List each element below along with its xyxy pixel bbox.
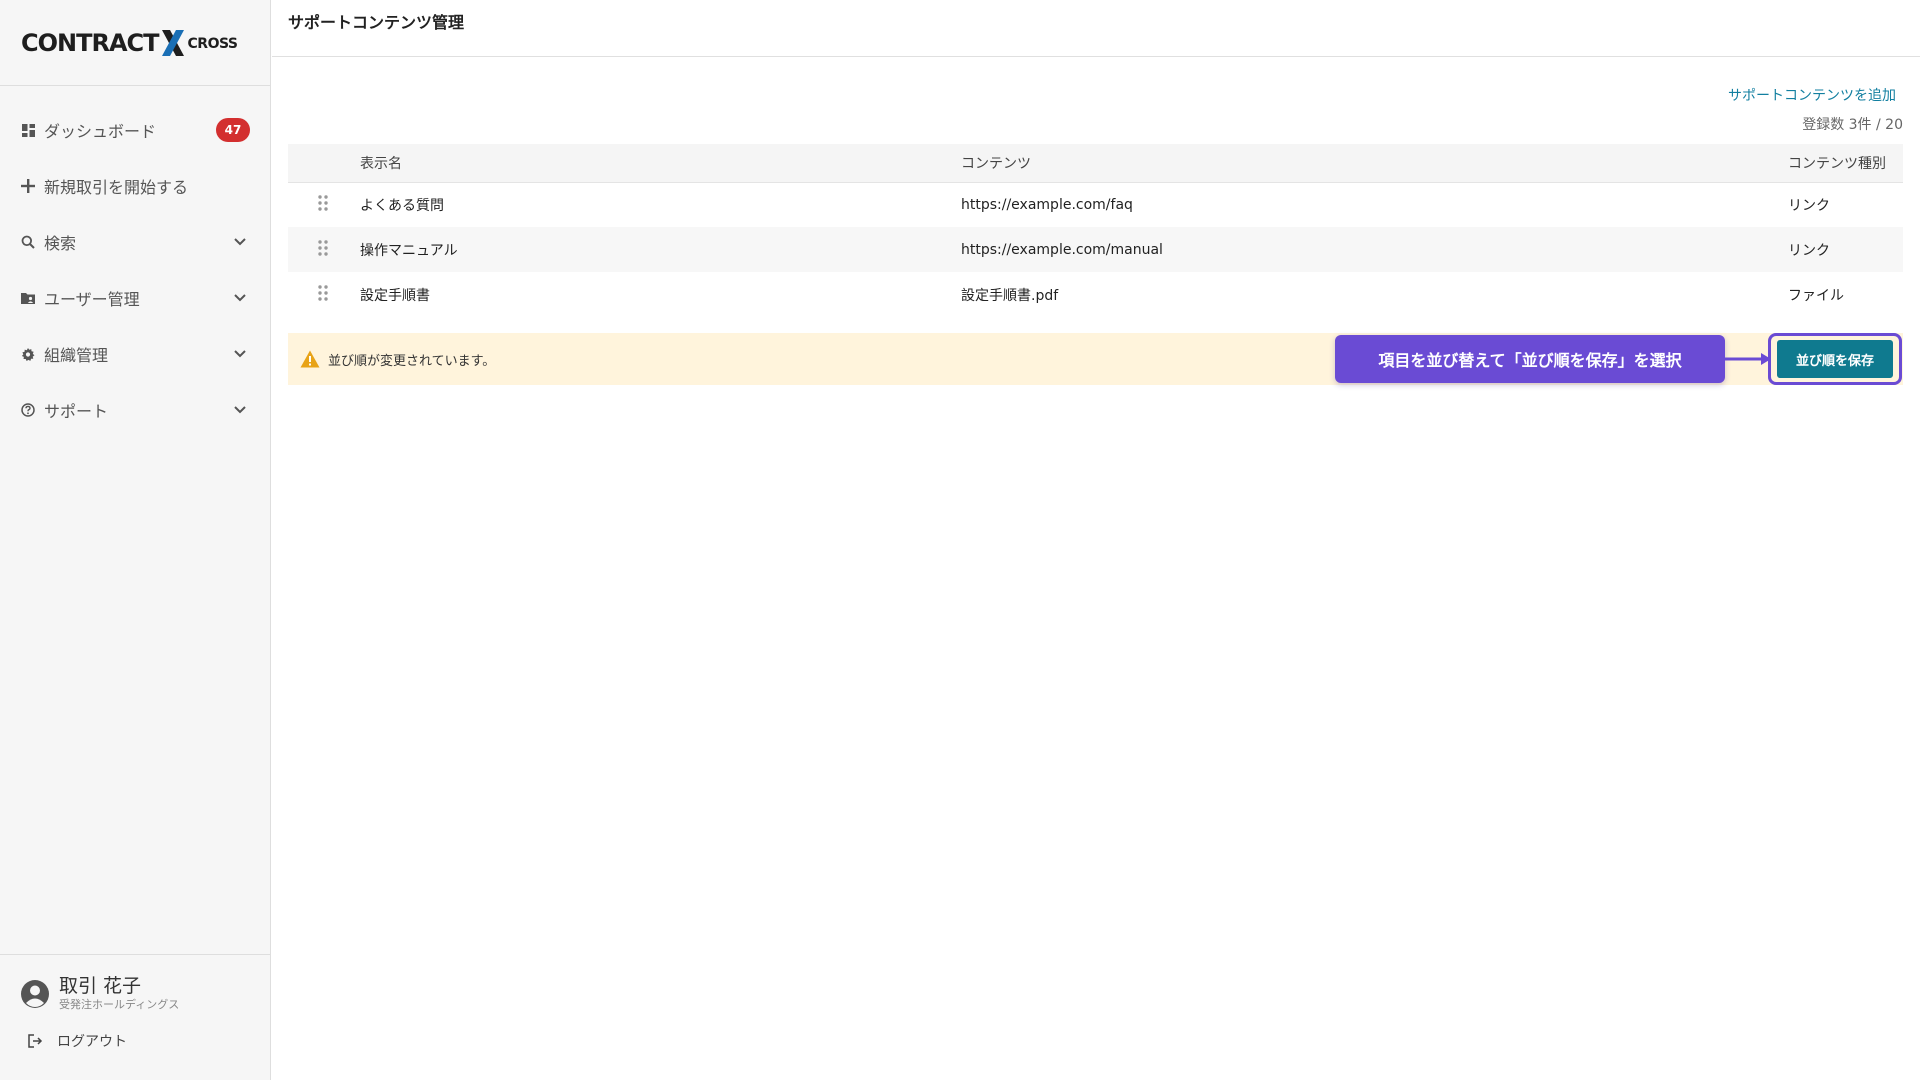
chevron-down-icon <box>233 347 247 361</box>
cell-display-name: 操作マニュアル <box>360 242 458 259</box>
cell-display-name: よくある質問 <box>360 197 444 214</box>
support-content-table: 表示名 コンテンツ コンテンツ種別 よくある質問 https://example… <box>288 144 1903 317</box>
drag-handle-icon[interactable] <box>317 239 329 257</box>
sidebar-item-search[interactable]: 検索 <box>0 214 270 270</box>
cell-content-type: リンク <box>1788 242 1830 259</box>
tutorial-callout: 項目を並び替えて「並び順を保存」を選択 <box>1335 335 1725 383</box>
folder-user-icon <box>21 291 35 305</box>
drag-handle-icon[interactable] <box>317 284 329 302</box>
user-organization: 受発注ホールディングス <box>59 998 180 1011</box>
logo-main-text: CONTRACT <box>21 28 160 57</box>
sidebar-item-label: ダッシュボード <box>44 122 157 141</box>
drag-handle-icon[interactable] <box>317 194 329 212</box>
sidebar: CONTRACT CROSS ダッシュボード 47 新規取引を開始する 検索 ユ… <box>0 0 271 1080</box>
drag-handle-cell <box>288 182 360 227</box>
logo-sub-text: CROSS <box>187 35 239 52</box>
sidebar-nav: ダッシュボード 47 新規取引を開始する 検索 ユーザー管理 組織管理 サポート <box>0 86 270 438</box>
sidebar-item-label: 新規取引を開始する <box>44 178 189 197</box>
logo-x-mark-icon <box>161 29 184 56</box>
plus-icon <box>21 179 35 193</box>
callout-arrow-icon <box>1725 353 1771 365</box>
drag-handle-cell <box>288 227 360 272</box>
chevron-down-icon <box>233 235 247 249</box>
dashboard-icon <box>21 123 35 137</box>
save-order-button[interactable]: 並び順を保存 <box>1777 340 1893 378</box>
drag-handle-cell <box>288 272 360 317</box>
registration-count: 登録数 3件 / 20 <box>1802 117 1903 133</box>
table-row[interactable]: よくある質問 https://example.com/faq リンク <box>288 182 1903 227</box>
cell-content-type: ファイル <box>1788 287 1844 304</box>
logout-label: ログアウト <box>57 1034 127 1050</box>
sidebar-item-org-management[interactable]: 組織管理 <box>0 326 270 382</box>
help-circle-icon <box>21 403 35 417</box>
sidebar-item-label: 組織管理 <box>44 346 109 365</box>
sidebar-item-support[interactable]: サポート <box>0 382 270 438</box>
brand-logo[interactable]: CONTRACT CROSS <box>0 0 270 86</box>
column-header-content: コンテンツ <box>961 155 1031 172</box>
user-name: 取引 花子 <box>59 975 142 997</box>
logout-icon <box>28 1034 43 1048</box>
user-avatar-icon <box>21 980 49 1008</box>
chevron-down-icon <box>233 403 247 417</box>
cell-content: 設定手順書.pdf <box>961 287 1059 304</box>
cell-content: https://example.com/manual <box>961 241 1163 258</box>
cell-content-type: リンク <box>1788 197 1830 214</box>
main-content: サポートコンテンツ管理 サポートコンテンツを追加 登録数 3件 / 20 表示名… <box>272 0 1920 1080</box>
warning-icon <box>300 350 320 368</box>
cell-display-name: 設定手順書 <box>360 287 430 304</box>
column-header-handle <box>288 144 360 182</box>
sidebar-item-new-deal[interactable]: 新規取引を開始する <box>0 158 270 214</box>
chevron-down-icon <box>233 291 247 305</box>
user-info[interactable]: 取引 花子 受発注ホールディングス <box>0 955 271 1013</box>
notice-text: 並び順が変更されています。 <box>328 353 496 369</box>
page-title: サポートコンテンツ管理 <box>288 13 465 32</box>
sidebar-item-dashboard[interactable]: ダッシュボード 47 <box>0 102 270 158</box>
add-support-content-link[interactable]: サポートコンテンツを追加 <box>1728 85 1896 105</box>
sidebar-item-label: サポート <box>44 402 109 421</box>
cell-content: https://example.com/faq <box>961 196 1133 213</box>
column-header-display-name: 表示名 <box>360 155 402 172</box>
table-header: 表示名 コンテンツ コンテンツ種別 <box>288 144 1903 182</box>
column-header-content-type: コンテンツ種別 <box>1788 155 1886 172</box>
table-row[interactable]: 設定手順書 設定手順書.pdf ファイル <box>288 272 1903 317</box>
save-button-highlight: 並び順を保存 <box>1768 333 1902 385</box>
search-icon <box>21 235 35 249</box>
sidebar-item-user-management[interactable]: ユーザー管理 <box>0 270 270 326</box>
logout-button[interactable]: ログアウト <box>0 1013 271 1051</box>
gear-icon <box>21 347 35 361</box>
top-bar: サポートコンテンツ管理 <box>272 0 1920 57</box>
notification-badge: 47 <box>216 118 250 142</box>
table-row[interactable]: 操作マニュアル https://example.com/manual リンク <box>288 227 1903 272</box>
sidebar-item-label: 検索 <box>44 234 77 253</box>
sidebar-item-label: ユーザー管理 <box>44 290 140 309</box>
user-panel: 取引 花子 受発注ホールディングス ログアウト <box>0 954 271 1080</box>
